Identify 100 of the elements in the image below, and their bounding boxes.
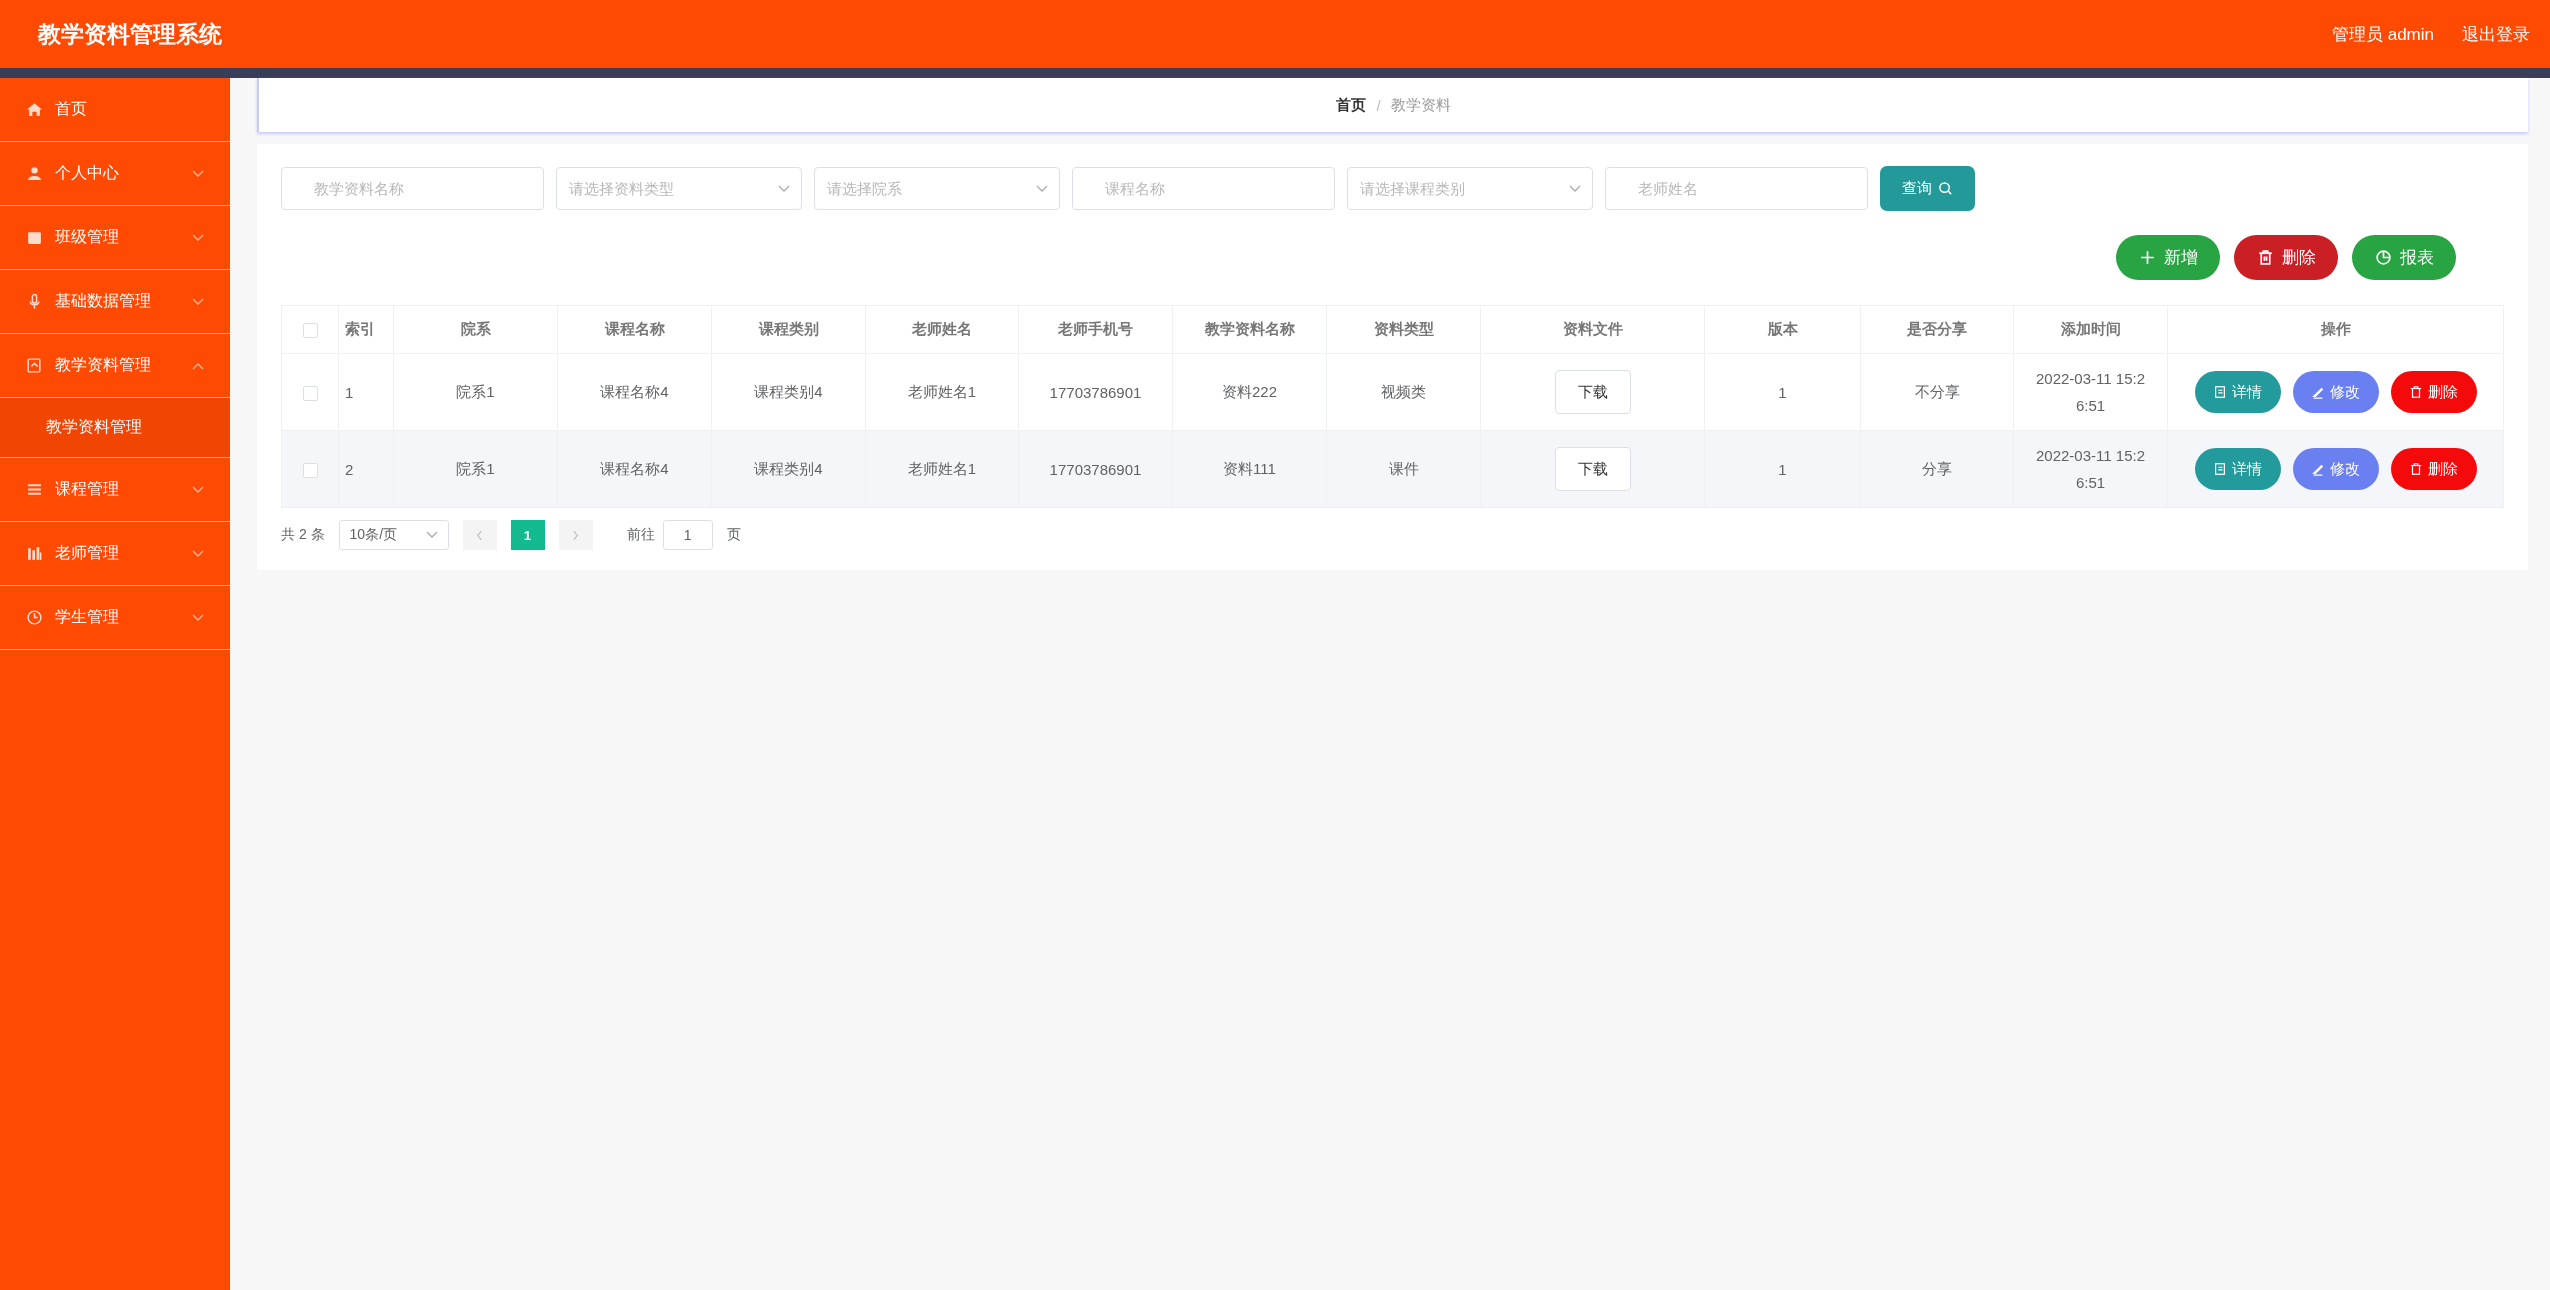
pencil-icon — [2311, 385, 2325, 399]
pie-chart-icon — [2374, 249, 2392, 266]
checkbox[interactable] — [302, 323, 318, 339]
bars-icon — [26, 545, 43, 562]
table-cell: 资料111 — [1172, 430, 1327, 508]
sidebar-subitem[interactable]: 教学资料管理 — [0, 398, 230, 458]
sidebar-item[interactable]: 老师管理 — [0, 522, 230, 586]
add-button[interactable]: 新增 — [2116, 235, 2220, 280]
column-header: 添加时间 — [2013, 305, 2168, 354]
checkbox[interactable] — [302, 462, 318, 478]
sidebar-item[interactable]: 首页 — [0, 78, 230, 142]
chevron-icon — [1036, 185, 1048, 193]
column-header: 索引 — [338, 305, 394, 354]
sidebar-item[interactable]: 基础数据管理 — [0, 270, 230, 334]
list-icon — [26, 481, 43, 498]
trash-icon — [2256, 249, 2274, 266]
table-cell: 1 — [338, 353, 394, 431]
chevron-icon — [425, 531, 438, 539]
input-field[interactable]: 课程名称 — [1072, 167, 1335, 210]
plus-icon — [2138, 249, 2156, 266]
document-icon — [2213, 462, 2227, 476]
report-button[interactable]: 报表 — [2352, 235, 2456, 280]
table-cell: 老师姓名1 — [865, 430, 1019, 508]
chevron-icon — [192, 297, 204, 306]
column-header: 版本 — [1704, 305, 1861, 354]
sidebar-item[interactable]: 课程管理 — [0, 458, 230, 522]
input-field[interactable]: 老师姓名 — [1605, 167, 1868, 210]
doc-icon — [26, 357, 43, 374]
table-cell: 17703786901 — [1018, 430, 1173, 508]
user-label: 管理员 admin — [2331, 23, 2434, 46]
column-header: 资料文件 — [1480, 305, 1705, 354]
search-button[interactable]: 查询 — [1880, 166, 1975, 211]
select-field[interactable]: 请选择资料类型 — [556, 167, 802, 210]
app-title: 教学资料管理系统 — [38, 19, 222, 49]
select-field[interactable]: 请选择课程类别 — [1347, 167, 1593, 210]
document-icon — [2213, 385, 2227, 399]
table-cell: 课程类别4 — [711, 353, 866, 431]
chevron-icon — [192, 361, 204, 370]
clock-icon — [26, 609, 43, 626]
previous-page-button[interactable] — [462, 520, 497, 550]
page-button[interactable]: 1 — [510, 520, 545, 550]
input-field[interactable]: 教学资料名称 — [281, 167, 544, 210]
table-cell: 院系1 — [393, 430, 558, 508]
table-cell: 1 — [1704, 353, 1861, 431]
next-page-button[interactable] — [558, 520, 593, 550]
table-cell-text: 2022-03-11 15:26:51 — [2035, 446, 2146, 493]
table-cell: 17703786901 — [1018, 353, 1173, 431]
person-icon — [26, 165, 43, 182]
trash-icon — [2409, 385, 2423, 399]
search-icon — [1938, 181, 1953, 196]
download-button[interactable]: 下载 — [1554, 447, 1631, 491]
home-icon — [26, 101, 43, 118]
edit-button[interactable]: 修改 — [2292, 371, 2379, 413]
chevron-icon — [192, 549, 204, 558]
delete-button[interactable]: 删除 — [2234, 235, 2338, 280]
sidebar-item[interactable]: 学生管理 — [0, 586, 230, 650]
table-cell: 不分享 — [1860, 353, 2014, 431]
table-cell: 课件 — [1326, 430, 1481, 508]
table-cell: 视频类 — [1326, 353, 1481, 431]
column-header: 操作 — [2167, 305, 2504, 354]
delete-button[interactable]: 删除 — [2390, 371, 2477, 413]
table-cell: 1 — [1704, 430, 1861, 508]
breadcrumb-item[interactable]: 首页 — [1336, 95, 1367, 115]
table-cell: 老师姓名1 — [865, 353, 1019, 431]
table-cell: 课程名称4 — [557, 353, 712, 431]
chevron-left-icon — [476, 529, 484, 541]
column-header: 教学资料名称 — [1172, 305, 1327, 354]
detail-button[interactable]: 详情 — [2194, 371, 2281, 413]
total-count: 共 2 条 — [281, 526, 325, 544]
column-header: 课程类别 — [711, 305, 866, 354]
edit-button[interactable]: 修改 — [2292, 448, 2379, 490]
goto-label: 前往 — [626, 526, 655, 544]
breadcrumb-item: 教学资料 — [1390, 95, 1451, 115]
table-cell-text: 2022-03-11 15:26:51 — [2035, 369, 2146, 416]
chevron-icon — [192, 485, 204, 494]
download-button[interactable]: 下载 — [1554, 370, 1631, 414]
pencil-icon — [2311, 462, 2325, 476]
chevron-icon — [192, 613, 204, 622]
column-header: 是否分享 — [1860, 305, 2014, 354]
chevron-right-icon — [572, 529, 580, 541]
sidebar-item[interactable]: 班级管理 — [0, 206, 230, 270]
page-input[interactable]: 1 — [662, 520, 713, 550]
column-header: 老师姓名 — [865, 305, 1019, 354]
logout-link[interactable]: 退出登录 — [2462, 22, 2530, 46]
trash-icon — [2409, 462, 2423, 476]
chevron-icon — [192, 233, 204, 242]
delete-button[interactable]: 删除 — [2390, 448, 2477, 490]
select-field[interactable]: 请选择院系 — [814, 167, 1060, 210]
detail-button[interactable]: 详情 — [2194, 448, 2281, 490]
chevron-icon — [778, 185, 790, 193]
column-header: 课程名称 — [557, 305, 712, 354]
chevron-icon — [1569, 185, 1581, 193]
sidebar-item[interactable]: 个人中心 — [0, 142, 230, 206]
table-cell: 2 — [338, 430, 394, 508]
page-size-select[interactable]: 10条/页 — [338, 520, 449, 550]
column-header: 老师手机号 — [1018, 305, 1173, 354]
checkbox[interactable] — [302, 385, 318, 401]
chevron-icon — [192, 169, 204, 178]
column-header: 院系 — [393, 305, 558, 354]
table-cell: 分享 — [1860, 430, 2014, 508]
